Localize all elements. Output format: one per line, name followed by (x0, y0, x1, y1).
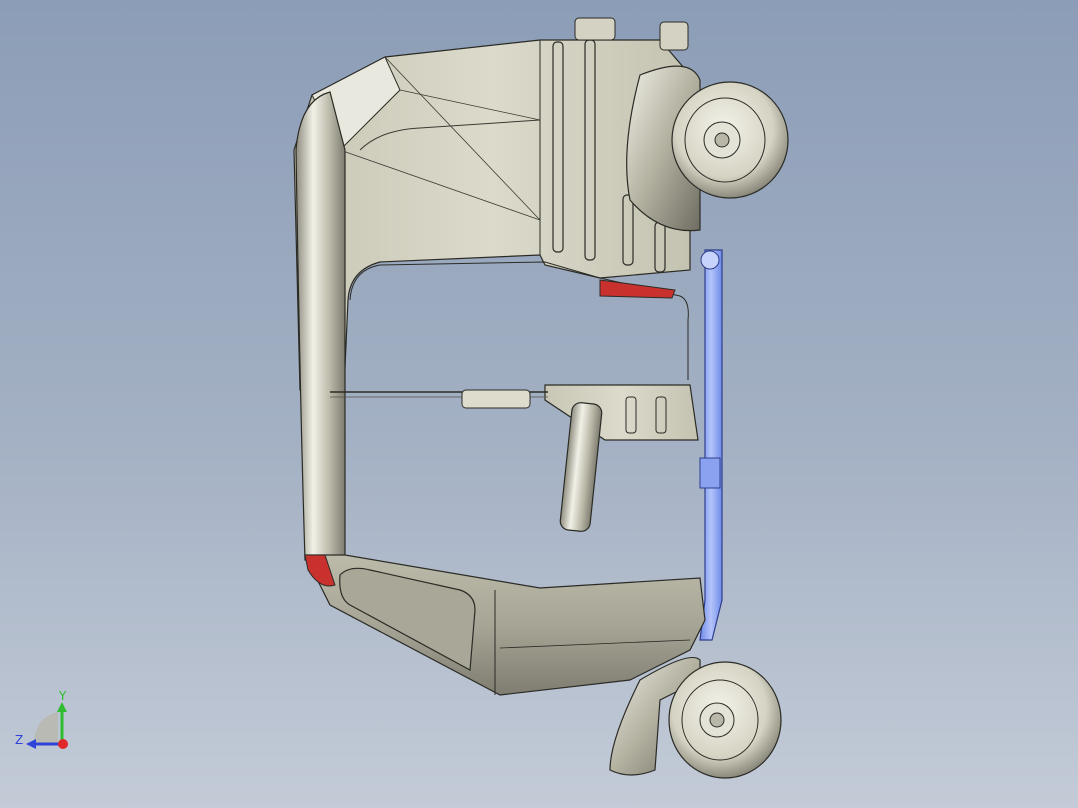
lower-body[interactable] (304, 279, 706, 696)
cad-viewport[interactable]: Y Z (0, 0, 1078, 808)
control-lever[interactable] (559, 402, 603, 532)
selected-side-rail[interactable] (699, 249, 723, 641)
rear-wheel-top[interactable] (626, 65, 789, 232)
front-pillar[interactable] (295, 91, 346, 561)
triad-y-label: Y (58, 689, 67, 703)
cad-model-drawing[interactable]: Y Z (0, 0, 1078, 808)
orientation-triad: Y Z (15, 689, 68, 749)
triad-z-label: Z (15, 733, 23, 747)
upper-body[interactable] (293, 17, 691, 391)
mid-floor-rail[interactable] (330, 384, 699, 441)
